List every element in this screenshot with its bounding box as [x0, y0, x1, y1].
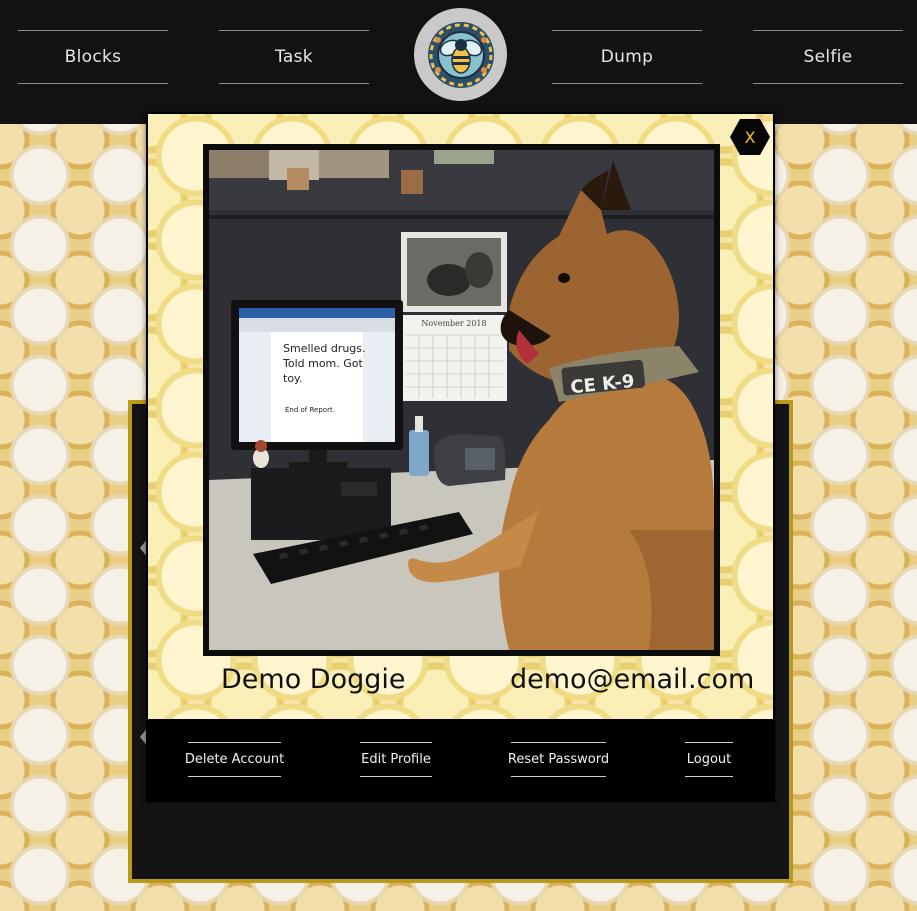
modal-header-area: X November 2018 Smelled drugs. Told mom.…: [148, 114, 773, 719]
nav-dump[interactable]: Dump: [552, 30, 702, 84]
top-navigation: Blocks Task Dump Selfie: [0, 0, 917, 124]
profile-name: Demo Doggie: [221, 664, 406, 695]
nav-blocks[interactable]: Blocks: [18, 30, 168, 84]
account-actions: Delete Account Edit Profile Reset Passwo…: [146, 719, 775, 802]
profile-photo-frame: November 2018 Smelled drugs. Told mom. G…: [203, 144, 720, 656]
profile-photo: November 2018 Smelled drugs. Told mom. G…: [209, 150, 714, 650]
photo-illustration: November 2018 Smelled drugs. Told mom. G…: [209, 150, 714, 650]
nav-task[interactable]: Task: [219, 30, 369, 84]
note-line-3: toy.: [283, 372, 302, 385]
bee-emblem-icon: [427, 21, 494, 88]
delete-account-button[interactable]: Delete Account: [185, 742, 284, 777]
note-footer: End of Report.: [285, 406, 335, 414]
reset-password-button[interactable]: Reset Password: [508, 742, 609, 777]
calendar-month-text: November 2018: [421, 319, 486, 328]
nav-selfie[interactable]: Selfie: [753, 30, 903, 84]
profile-modal: X November 2018 Smelled drugs. Told mom.…: [146, 112, 775, 802]
bee-logo[interactable]: [414, 8, 507, 101]
edit-profile-button[interactable]: Edit Profile: [360, 742, 432, 777]
close-button[interactable]: X: [730, 119, 770, 155]
logout-button[interactable]: Logout: [685, 742, 733, 777]
profile-email: demo@email.com: [510, 664, 755, 695]
note-line-2: Told mom. Got: [282, 357, 364, 370]
note-line-1: Smelled drugs.: [283, 342, 366, 355]
